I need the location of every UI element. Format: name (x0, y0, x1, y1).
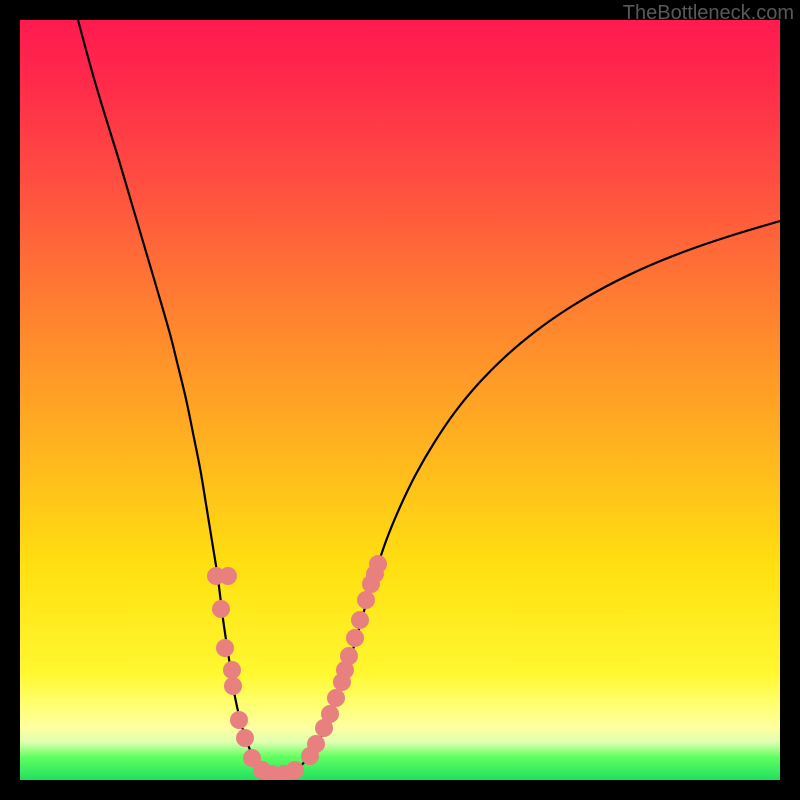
data-marker (327, 689, 345, 707)
marker-cluster-right (301, 555, 387, 765)
data-marker (340, 647, 358, 665)
bottleneck-curve (78, 20, 780, 775)
data-marker (286, 761, 304, 779)
data-marker (321, 705, 339, 723)
data-marker (216, 639, 234, 657)
data-marker (369, 555, 387, 573)
bottleneck-curve-svg (20, 20, 780, 780)
data-marker (224, 677, 242, 695)
data-marker (230, 711, 248, 729)
data-marker (223, 661, 241, 679)
data-marker (307, 735, 325, 753)
data-marker (236, 729, 254, 747)
data-marker (346, 629, 364, 647)
data-marker (212, 600, 230, 618)
data-marker (357, 591, 375, 609)
data-marker (219, 567, 237, 585)
data-marker (351, 611, 369, 629)
